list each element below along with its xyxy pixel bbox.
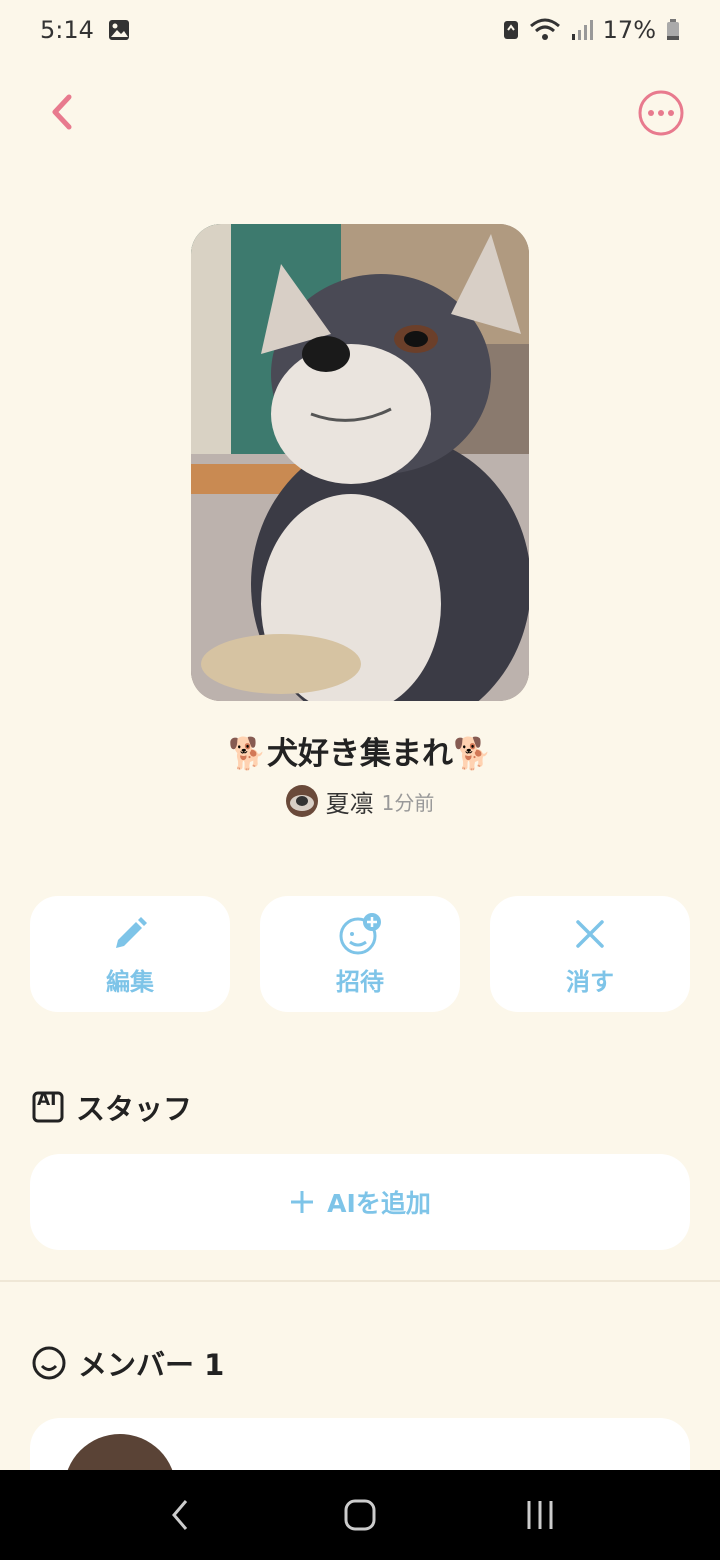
close-icon — [576, 919, 604, 948]
signal-icon — [571, 20, 593, 40]
plus-icon — [291, 1191, 314, 1213]
invite-label: 招待 — [336, 967, 384, 996]
nav-back-button[interactable] — [150, 1485, 210, 1545]
delete-label: 消す — [566, 967, 614, 996]
back-button[interactable] — [34, 84, 90, 140]
staff-heading-text: スタッフ — [76, 1092, 193, 1126]
nav-home-button[interactable] — [330, 1485, 390, 1545]
wifi-icon — [529, 18, 560, 40]
more-icon — [638, 90, 684, 136]
members-section-heading: メンバー 1 — [32, 1342, 224, 1384]
invite-button[interactable]: 招待 — [260, 896, 460, 1012]
edit-button[interactable]: 編集 — [30, 896, 230, 1012]
nav-recents-button[interactable] — [510, 1485, 570, 1545]
battery-icon — [667, 19, 679, 40]
nav-home-icon — [344, 1499, 376, 1531]
members-heading-text: メンバー 1 — [78, 1348, 225, 1382]
status-bar: 5:14 17% — [0, 0, 720, 60]
status-time: 5:14 — [40, 16, 94, 44]
ai-badge-text: AI — [37, 1090, 57, 1110]
system-nav-bar — [0, 1470, 720, 1560]
pencil-icon — [116, 916, 147, 948]
sync-icon — [503, 21, 518, 39]
owner-name[interactable]: 夏凛 — [326, 784, 374, 819]
back-chevron-icon — [52, 94, 72, 130]
staff-section-heading: AI スタッフ — [32, 1086, 192, 1128]
smile-icon — [32, 1346, 66, 1380]
status-right: 17% — [503, 16, 680, 44]
group-cover-image — [191, 224, 529, 701]
top-bar — [0, 70, 720, 154]
invite-smile-plus-icon — [339, 912, 381, 954]
add-ai-label: AIを追加 — [327, 1189, 431, 1218]
add-ai-button[interactable]: AIを追加 — [30, 1154, 690, 1250]
gallery-icon — [108, 20, 129, 40]
edit-label: 編集 — [106, 967, 154, 996]
owner-avatar[interactable] — [285, 785, 318, 817]
post-time: 1分前 — [381, 790, 435, 815]
delete-button[interactable]: 消す — [490, 896, 690, 1012]
nav-back-icon — [172, 1500, 188, 1530]
status-left: 5:14 — [40, 16, 130, 44]
battery-percent: 17% — [602, 16, 656, 44]
owner-row: 夏凛 1分前 — [0, 784, 720, 818]
group-title: 🐕犬好き集まれ🐕 — [228, 736, 492, 772]
action-buttons: 編集 招待 消す — [30, 896, 690, 1012]
nav-recents-icon — [527, 1501, 553, 1529]
section-divider — [0, 1280, 720, 1282]
more-button[interactable] — [638, 90, 684, 136]
